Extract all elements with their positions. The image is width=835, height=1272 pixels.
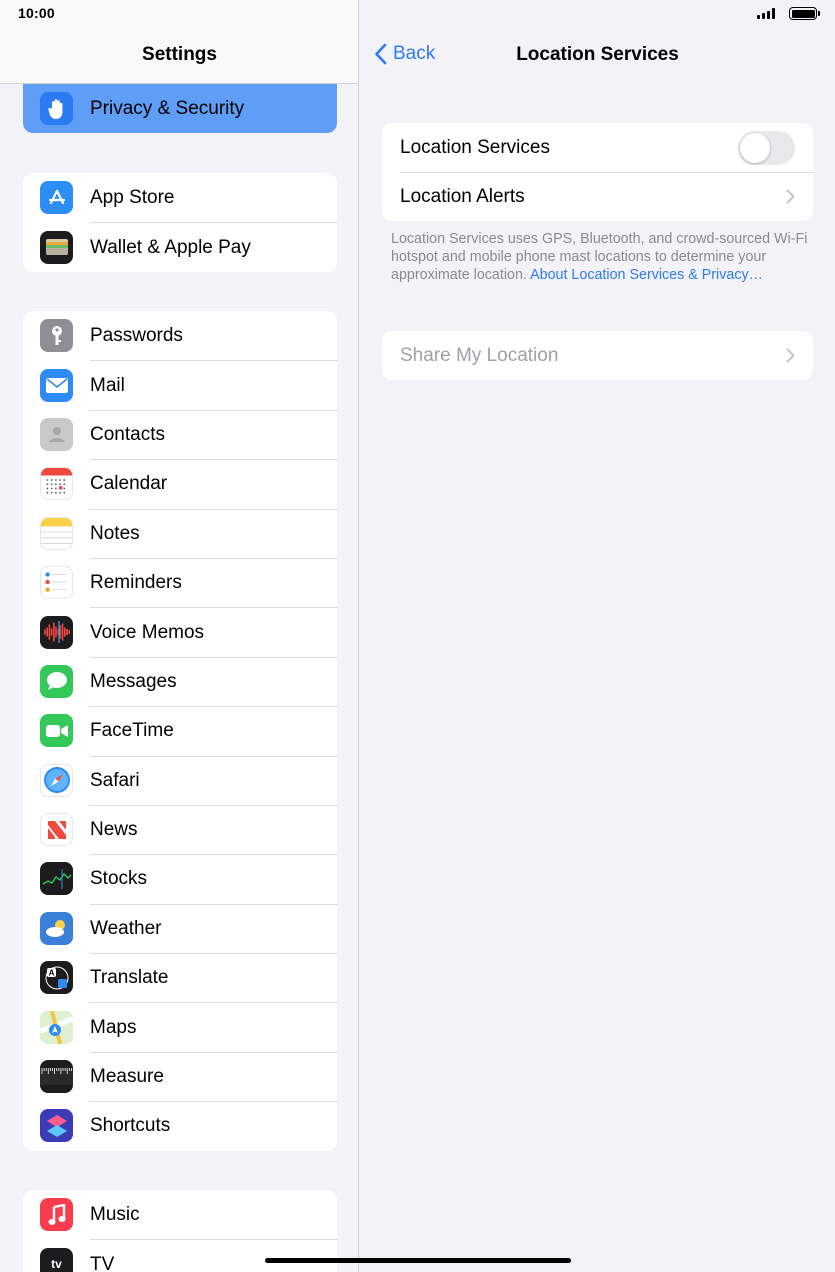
sidebar-item-label: Maps	[90, 1002, 337, 1051]
sidebar-item-privacy-security[interactable]: Privacy & Security	[23, 84, 337, 133]
toggle-knob	[740, 133, 770, 163]
sidebar-item-voice-memos[interactable]: Voice Memos	[23, 607, 337, 656]
sidebar-item-weather[interactable]: Weather	[23, 903, 337, 953]
share-location-card: Share My Location	[382, 331, 813, 380]
messages-icon	[40, 664, 73, 698]
sidebar-item-label: Messages	[90, 656, 337, 706]
mail-icon	[40, 368, 73, 402]
sidebar-item-label: Reminders	[90, 557, 337, 607]
sidebar-group-store: App Store Wallet & Apple Pay	[23, 173, 337, 272]
sidebar-item-label: Weather	[90, 903, 337, 953]
facetime-icon	[40, 714, 73, 748]
sidebar-item-maps[interactable]: Maps	[23, 1002, 337, 1051]
sidebar-item-label: Voice Memos	[90, 607, 337, 656]
sidebar-item-label: Passwords	[90, 324, 183, 346]
sidebar-item-label: Calendar	[90, 459, 337, 508]
news-icon	[40, 813, 73, 847]
location-alerts-row[interactable]: Location Alerts	[382, 172, 813, 221]
sidebar-item-translate[interactable]: A Translate	[23, 953, 337, 1002]
about-location-privacy-link[interactable]: About Location Services & Privacy…	[530, 267, 763, 283]
svg-text:A: A	[48, 968, 54, 977]
sidebar-item-key[interactable]: Passwords	[23, 311, 337, 360]
sidebar-item-messages[interactable]: Messages	[23, 656, 337, 706]
sidebar-item-music[interactable]: Music	[23, 1190, 337, 1239]
page-title: Location Services	[516, 44, 679, 65]
maps-icon	[40, 1010, 73, 1044]
calendar-icon	[40, 467, 73, 501]
music-icon	[40, 1198, 73, 1232]
sidebar-item-label: Music	[90, 1203, 140, 1225]
sidebar-item-safari[interactable]: Safari	[23, 755, 337, 805]
location-services-footnote: Location Services uses GPS, Bluetooth, a…	[391, 230, 811, 284]
home-indicator	[265, 1258, 571, 1263]
sidebar-title: Settings	[142, 44, 217, 65]
location-services-label: Location Services	[400, 136, 550, 158]
share-my-location-row[interactable]: Share My Location	[382, 331, 813, 380]
sidebar-item-measure[interactable]: Measure	[23, 1051, 337, 1101]
status-time: 10:00	[18, 5, 55, 21]
cellular-signal-icon	[757, 8, 775, 19]
chevron-right-icon	[786, 348, 795, 363]
sidebar-item-stocks[interactable]: Stocks	[23, 854, 337, 903]
location-services-toggle[interactable]	[738, 131, 795, 165]
sidebar-item-wallet[interactable]: Wallet & Apple Pay	[23, 222, 337, 271]
location-services-panel: Back Location Services Location Services…	[360, 0, 835, 1272]
notes-icon	[40, 516, 73, 550]
sidebar-item-label: Privacy & Security	[90, 97, 245, 119]
sidebar-group-apps: Passwords Mail Contacts Calendar Notes Remind…	[23, 311, 337, 1151]
hand-icon	[40, 92, 73, 125]
sidebar-item-label: Shortcuts	[90, 1101, 337, 1150]
sidebar-item-label: Translate	[90, 953, 337, 1002]
location-settings-card: Location Services Location Alerts	[382, 123, 813, 221]
sidebar-item-label: Stocks	[90, 854, 337, 903]
sidebar-item-label: News	[90, 804, 337, 854]
sidebar-item-shortcuts[interactable]: Shortcuts	[23, 1101, 337, 1150]
tv-icon: tv	[40, 1247, 73, 1272]
wallet-icon	[40, 230, 73, 264]
share-my-location-label: Share My Location	[400, 344, 559, 366]
sidebar-item-facetime[interactable]: FaceTime	[23, 706, 337, 755]
voice-memos-icon	[40, 615, 73, 649]
translate-icon: A	[40, 961, 73, 995]
location-alerts-label: Location Alerts	[400, 185, 525, 207]
app-store-icon	[40, 181, 73, 215]
sidebar-item-label: Measure	[90, 1051, 337, 1101]
status-bar: 10:00	[0, 0, 835, 28]
status-icons	[757, 7, 820, 20]
key-icon	[40, 319, 73, 353]
sidebar-item-tv[interactable]: tv TV	[23, 1239, 337, 1272]
sidebar-item-label: App Store	[90, 186, 175, 208]
sidebar-item-label: Contacts	[90, 409, 337, 459]
battery-icon	[789, 7, 820, 20]
reminders-icon	[40, 566, 73, 600]
sidebar-item-news[interactable]: News	[23, 804, 337, 854]
sidebar-item-label: TV	[90, 1239, 337, 1272]
measure-icon	[40, 1060, 73, 1094]
chevron-right-icon	[786, 189, 795, 204]
sidebar-item-label: Notes	[90, 508, 337, 558]
settings-sidebar: Settings Privacy & Security App Store Wal…	[0, 0, 359, 1272]
sidebar-item-contacts[interactable]: Contacts	[23, 409, 337, 459]
shortcuts-icon	[40, 1109, 73, 1143]
weather-icon	[40, 911, 73, 945]
sidebar-item-reminders[interactable]: Reminders	[23, 557, 337, 607]
stocks-icon	[40, 862, 73, 896]
sidebar-item-label: FaceTime	[90, 706, 337, 755]
sidebar-item-mail[interactable]: Mail	[23, 360, 337, 409]
sidebar-item-app-store[interactable]: App Store	[23, 173, 337, 222]
sidebar-item-label: Safari	[90, 755, 337, 805]
sidebar-item-label: Wallet & Apple Pay	[90, 222, 337, 271]
sidebar-item-notes[interactable]: Notes	[23, 508, 337, 558]
sidebar-item-calendar[interactable]: Calendar	[23, 459, 337, 508]
contacts-icon	[40, 417, 73, 451]
sidebar-item-label: Mail	[90, 360, 337, 409]
location-services-row: Location Services	[382, 123, 813, 172]
safari-icon	[40, 763, 73, 797]
